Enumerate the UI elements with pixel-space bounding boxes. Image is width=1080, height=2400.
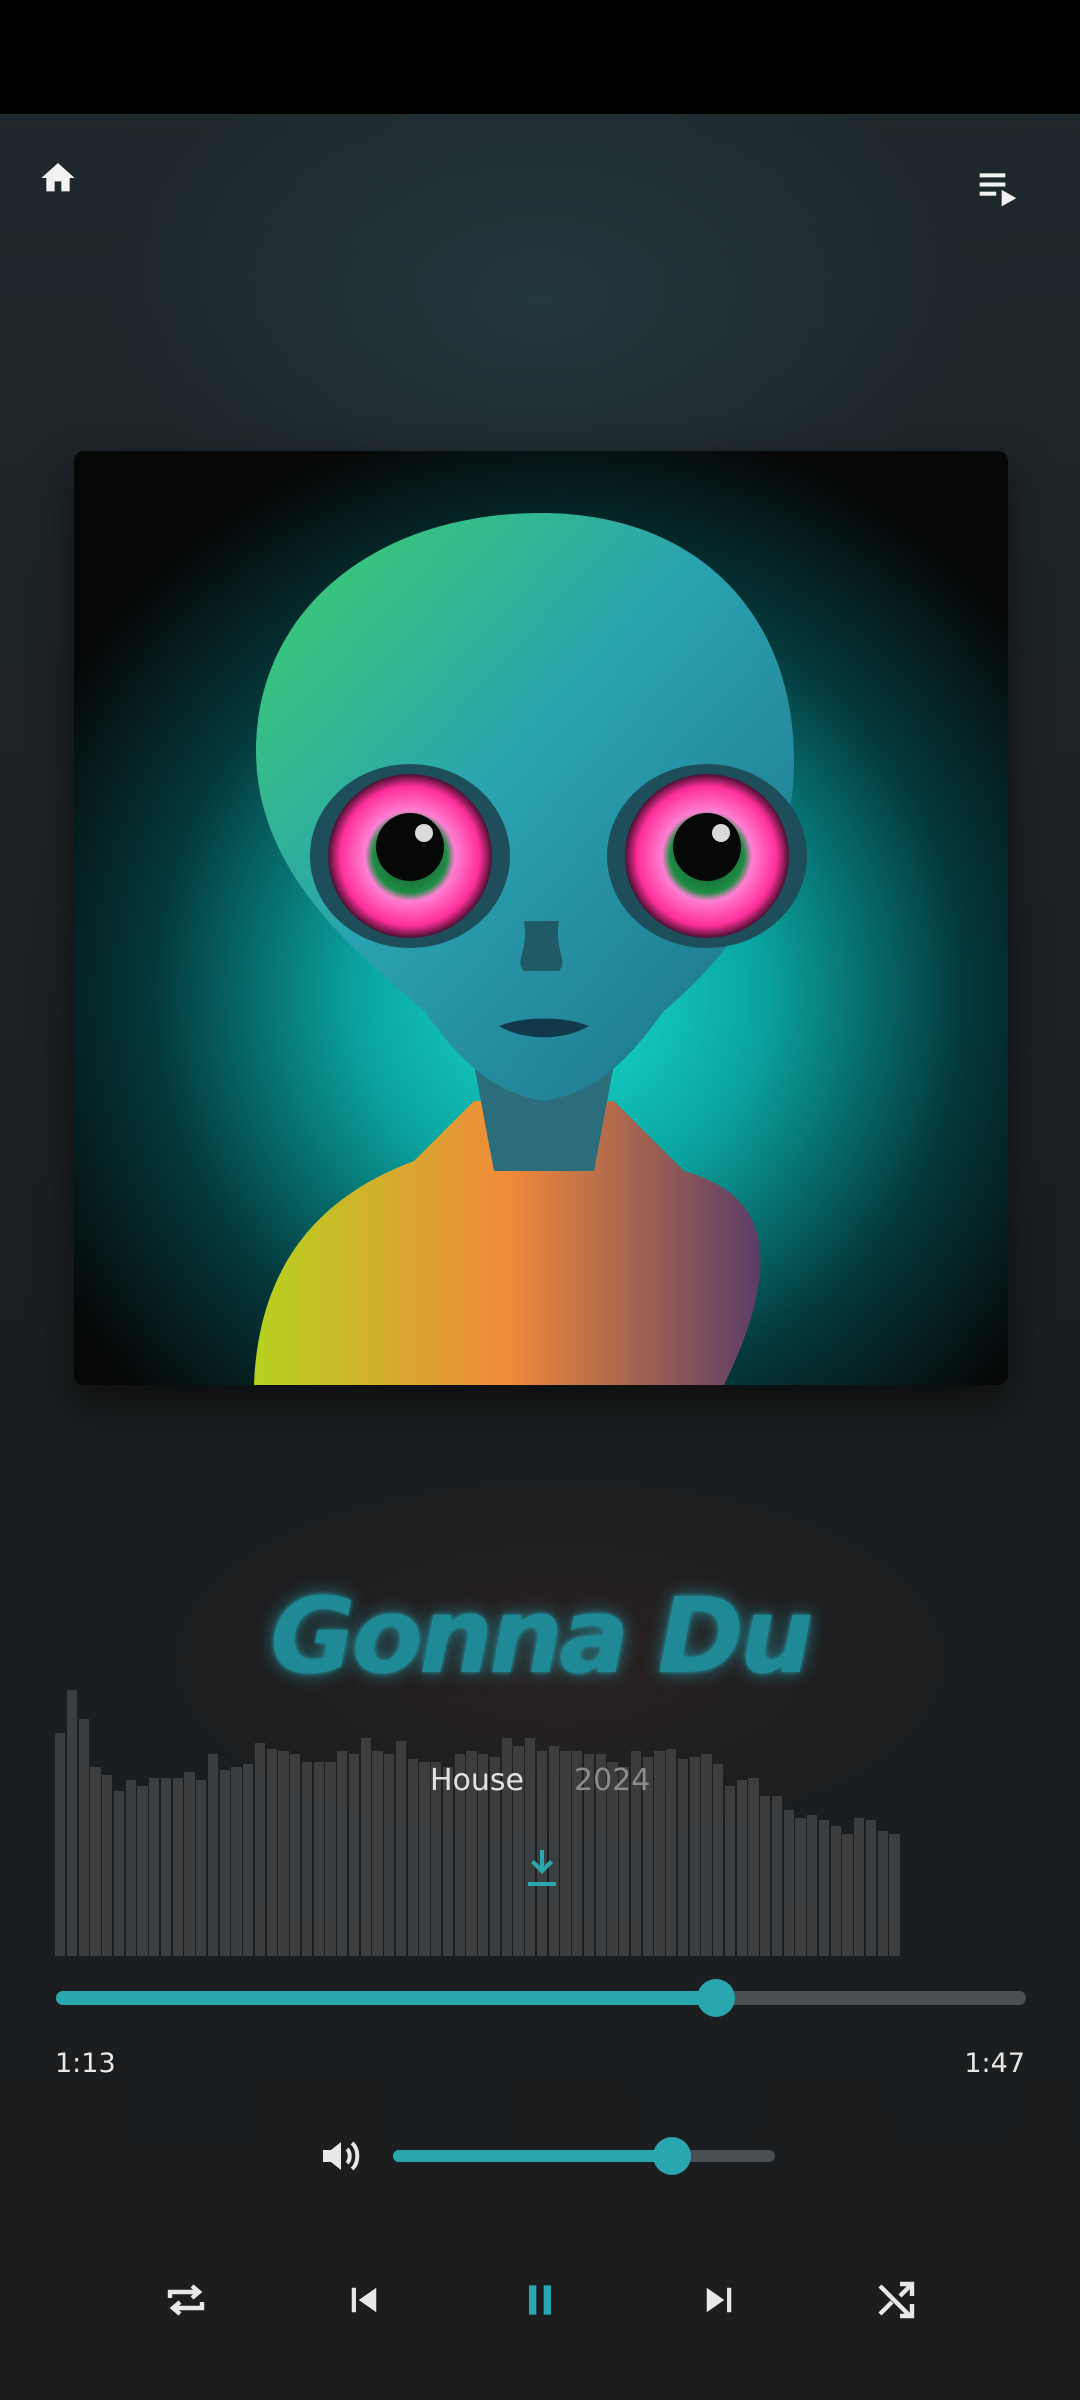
elapsed-time: 1:13 bbox=[55, 2048, 116, 2079]
volume-slider-thumb[interactable] bbox=[652, 2137, 691, 2175]
visualizer-bar bbox=[78, 1719, 89, 1956]
visualizer-bar bbox=[407, 1759, 418, 1956]
visualizer-bar bbox=[113, 1791, 124, 1956]
visualizer-bar bbox=[290, 1753, 301, 1956]
visualizer-bar bbox=[795, 1817, 806, 1956]
download-icon bbox=[528, 1850, 556, 1886]
visualizer-bar bbox=[66, 1690, 77, 1956]
visualizer-bar bbox=[254, 1743, 265, 1956]
visualizer-bar bbox=[372, 1751, 383, 1956]
year-label: 2024 bbox=[574, 1763, 651, 1798]
visualizer-bar bbox=[395, 1740, 406, 1956]
song-title: Gonna Du bbox=[270, 1575, 814, 1697]
pause-icon bbox=[529, 2285, 551, 2315]
album-art bbox=[74, 451, 1008, 1385]
volume-slider-fill bbox=[393, 2150, 672, 2162]
visualizer-bar bbox=[243, 1764, 254, 1956]
audio-visualizer bbox=[55, 1690, 900, 1956]
next-button[interactable] bbox=[687, 2268, 751, 2332]
visualizer-bar bbox=[830, 1825, 841, 1956]
shuffle-icon bbox=[878, 2281, 915, 2319]
visualizer-bar bbox=[760, 1796, 771, 1956]
visualizer-bar bbox=[301, 1761, 312, 1956]
visualizer-bar bbox=[807, 1815, 818, 1956]
visualizer-bar bbox=[842, 1833, 853, 1956]
visualizer-bar bbox=[384, 1753, 395, 1956]
visualizer-bar bbox=[149, 1777, 160, 1956]
repeat-button[interactable] bbox=[154, 2268, 218, 2332]
visualizer-bar bbox=[877, 1830, 888, 1956]
visualizer-bar bbox=[207, 1753, 218, 1956]
home-icon bbox=[41, 163, 75, 192]
home-button[interactable] bbox=[30, 150, 86, 206]
visualizer-bar bbox=[348, 1753, 359, 1956]
volume-button[interactable] bbox=[312, 2128, 370, 2184]
visualizer-bar bbox=[196, 1780, 207, 1956]
total-time: 1:47 bbox=[964, 2048, 1025, 2079]
visualizer-bar bbox=[184, 1772, 195, 1956]
queue-button[interactable] bbox=[968, 160, 1028, 216]
visualizer-bar bbox=[783, 1809, 794, 1956]
visualizer-bar bbox=[266, 1748, 277, 1956]
pause-button[interactable] bbox=[508, 2268, 572, 2332]
previous-button[interactable] bbox=[332, 2268, 396, 2332]
visualizer-bar bbox=[325, 1761, 336, 1956]
visualizer-bar bbox=[865, 1820, 876, 1956]
visualizer-bar bbox=[313, 1761, 324, 1956]
visualizer-bar bbox=[818, 1820, 829, 1956]
repeat-icon bbox=[167, 2284, 205, 2316]
visualizer-bar bbox=[654, 1751, 665, 1956]
visualizer-bar bbox=[748, 1777, 759, 1956]
visualizer-bar bbox=[55, 1732, 66, 1956]
shuffle-button[interactable] bbox=[864, 2268, 928, 2332]
visualizer-bar bbox=[689, 1756, 700, 1956]
visualizer-bar bbox=[219, 1769, 230, 1956]
visualizer-bar bbox=[419, 1761, 430, 1956]
volume-up-icon bbox=[323, 2141, 360, 2171]
visualizer-bar bbox=[736, 1780, 747, 1956]
visualizer-bar bbox=[125, 1780, 136, 1956]
visualizer-bar bbox=[172, 1777, 183, 1956]
visualizer-bar bbox=[360, 1737, 371, 1956]
visualizer-bar bbox=[724, 1785, 735, 1956]
seek-bar-thumb[interactable] bbox=[696, 1979, 735, 2017]
status-bar bbox=[0, 0, 1080, 114]
skip-previous-icon bbox=[351, 2287, 377, 2313]
seek-bar-progress bbox=[56, 1991, 716, 2005]
queue-music-icon bbox=[979, 173, 1017, 207]
visualizer-bar bbox=[701, 1753, 712, 1956]
visualizer-bar bbox=[231, 1767, 242, 1956]
visualizer-bar bbox=[713, 1764, 724, 1956]
genre-label: House bbox=[430, 1763, 525, 1798]
visualizer-bar bbox=[889, 1833, 900, 1956]
volume-slider[interactable] bbox=[393, 2137, 775, 2175]
seek-bar[interactable] bbox=[56, 1979, 1026, 2017]
visualizer-bar bbox=[278, 1751, 289, 1956]
skip-next-icon bbox=[706, 2287, 732, 2313]
visualizer-bar bbox=[102, 1775, 113, 1956]
visualizer-bar bbox=[854, 1817, 865, 1956]
visualizer-bar bbox=[90, 1767, 101, 1956]
visualizer-bar bbox=[337, 1751, 348, 1956]
download-button[interactable] bbox=[514, 1840, 570, 1896]
visualizer-bar bbox=[160, 1777, 171, 1956]
visualizer-bar bbox=[137, 1785, 148, 1956]
visualizer-bar bbox=[677, 1759, 688, 1956]
visualizer-bar bbox=[666, 1748, 677, 1956]
visualizer-bar bbox=[771, 1796, 782, 1956]
